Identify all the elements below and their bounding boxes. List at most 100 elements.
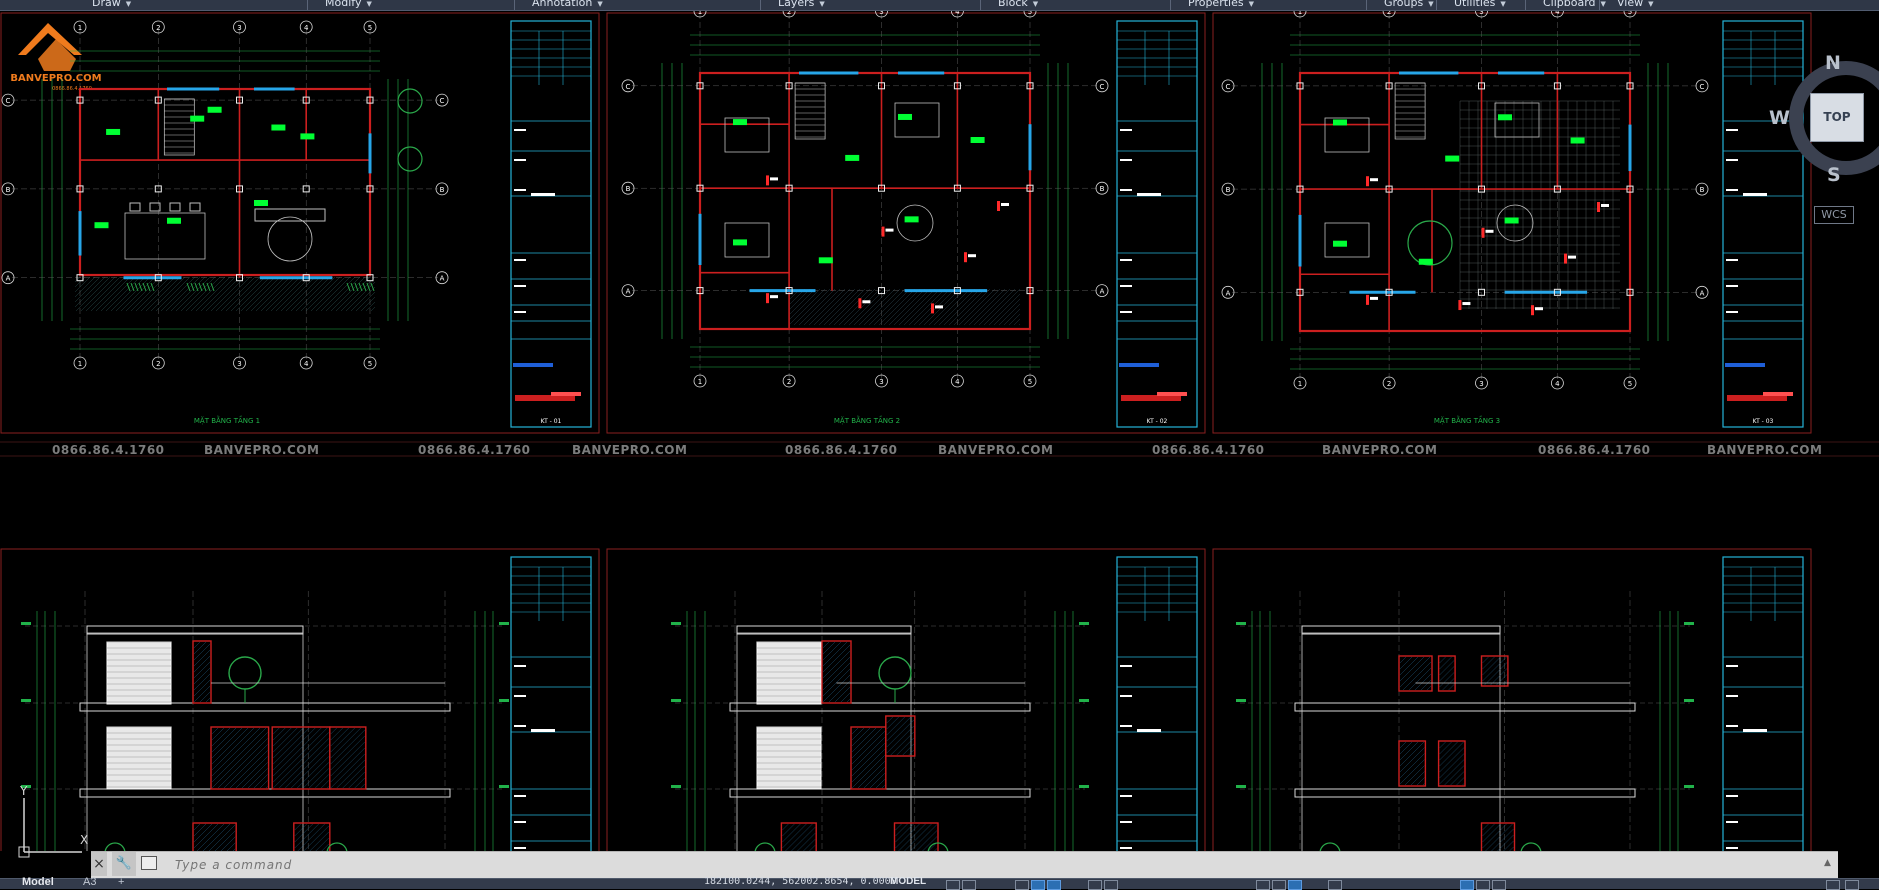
hatch-line bbox=[280, 276, 316, 312]
title-block-text bbox=[1726, 695, 1738, 697]
title-block-text bbox=[1726, 311, 1738, 313]
grid-bubble-label: C bbox=[1226, 83, 1231, 91]
grid-bubble-label: B bbox=[440, 186, 445, 194]
hatch-line bbox=[1482, 823, 1507, 849]
isodraft-toggle-icon[interactable] bbox=[1047, 880, 1061, 890]
cursor-coordinates: 182100.0244, 562002.8654, 0.0000 bbox=[704, 876, 897, 887]
hatch-line bbox=[1439, 666, 1455, 682]
ribbon-panel-groups[interactable]: Groups ▼ bbox=[1384, 0, 1434, 9]
add-layout-button[interactable]: + bbox=[118, 876, 124, 888]
plan-title: MẶT BẰNG TẦNG 2 bbox=[834, 415, 900, 425]
lineweight-toggle-icon[interactable] bbox=[1256, 880, 1270, 890]
hatch-line bbox=[1399, 656, 1425, 682]
ribbon-panel-view[interactable]: View ▼ bbox=[1617, 0, 1654, 9]
grid-bubble-label: A bbox=[1100, 288, 1105, 296]
ribbon-panel-utilities[interactable]: Utilities ▼ bbox=[1454, 0, 1506, 9]
ribbon-panel-layers[interactable]: Layers ▼ bbox=[778, 0, 825, 9]
tree-planter bbox=[397, 88, 423, 114]
ribbon-panel-draw[interactable]: Draw ▼ bbox=[92, 0, 131, 9]
fullscreen-icon[interactable] bbox=[1826, 880, 1840, 890]
grid-toggle-icon[interactable] bbox=[946, 880, 960, 890]
command-input[interactable] bbox=[173, 854, 1827, 876]
hatch-line bbox=[315, 774, 329, 789]
hatch-line bbox=[211, 727, 225, 741]
chevron-down-icon: ▼ bbox=[1032, 0, 1039, 8]
hatch-line bbox=[211, 727, 267, 783]
level-tag bbox=[21, 699, 31, 702]
grid-bubble-label: 1 bbox=[78, 360, 82, 368]
viewcube-top-face[interactable]: TOP bbox=[1810, 93, 1864, 142]
title-block-text bbox=[1120, 129, 1132, 131]
watermark-text: BANVEPRO.COM bbox=[572, 443, 687, 457]
hatch-line bbox=[895, 823, 902, 831]
section-marker-label bbox=[770, 295, 778, 299]
plant bbox=[142, 282, 147, 292]
model-space-toggle[interactable]: MODEL bbox=[890, 876, 926, 887]
workspace-switch-icon[interactable] bbox=[1460, 880, 1474, 890]
compass-south-label[interactable]: S bbox=[1827, 164, 1841, 186]
facade-wall bbox=[1301, 632, 1501, 851]
sheet-code: KT - 01 bbox=[541, 418, 562, 425]
title-block-text bbox=[1120, 695, 1132, 697]
logo-house bbox=[38, 39, 76, 71]
title-block-text bbox=[1120, 285, 1132, 287]
section-marker-label bbox=[968, 254, 976, 258]
hatch-line bbox=[285, 744, 329, 789]
section-marker bbox=[1458, 300, 1462, 311]
hatch-line bbox=[305, 276, 341, 312]
hatch-line bbox=[200, 276, 236, 312]
hatch-line bbox=[869, 773, 885, 789]
stair bbox=[163, 98, 195, 156]
tab-model[interactable]: Model bbox=[22, 876, 54, 888]
title-block-text bbox=[514, 159, 526, 161]
hatch-line bbox=[74, 276, 96, 298]
polar-toggle-icon[interactable] bbox=[1031, 880, 1045, 890]
hatch-line bbox=[1399, 747, 1425, 773]
grid-bubble-label: 3 bbox=[1479, 380, 1483, 388]
annotation-monitor-icon[interactable] bbox=[1476, 880, 1490, 890]
ribbon-panel-block[interactable]: Block ▼ bbox=[998, 0, 1038, 9]
title-block-logo-bar bbox=[1763, 392, 1793, 396]
hatch-line bbox=[273, 727, 304, 759]
command-scroll-up-icon[interactable]: ▲ bbox=[1824, 858, 1834, 870]
elevation-view bbox=[21, 591, 509, 851]
wcs-dropdown[interactable]: WCS bbox=[1814, 206, 1854, 224]
status-bar: Model A3 + 182100.0244, 562002.8654, 0.0… bbox=[0, 876, 1879, 890]
command-customize-wrench-icon[interactable]: 🔧 bbox=[112, 852, 136, 876]
hatch-line bbox=[130, 276, 166, 312]
ribbon-panel-annotation[interactable]: Annotation ▼ bbox=[532, 0, 603, 9]
ortho-toggle-icon[interactable] bbox=[1015, 880, 1029, 890]
hatch-line bbox=[217, 738, 268, 789]
compass-north-label[interactable]: N bbox=[1825, 52, 1841, 74]
hatch-line bbox=[895, 823, 920, 849]
ribbon-panel-clipboard[interactable]: Clipboard ▼ bbox=[1543, 0, 1606, 9]
object-snap-tracking-icon[interactable] bbox=[1088, 880, 1102, 890]
object-snap-icon[interactable] bbox=[1104, 880, 1118, 890]
hatch-line bbox=[348, 771, 365, 789]
grid-bubble-label: C bbox=[1100, 83, 1105, 91]
room-tag bbox=[94, 222, 109, 229]
selection-cycling-icon[interactable] bbox=[1288, 880, 1302, 890]
command-history-icon[interactable] bbox=[141, 856, 157, 870]
tab-layout-a3[interactable]: A3 bbox=[83, 876, 96, 888]
units-icon[interactable] bbox=[1492, 880, 1506, 890]
title-block-text bbox=[1726, 129, 1738, 131]
compass-west-label[interactable]: W bbox=[1769, 107, 1790, 129]
ribbon-panel-properties[interactable]: Properties ▼ bbox=[1188, 0, 1254, 9]
grid-bubble-label: 3 bbox=[879, 11, 883, 16]
title-block-text bbox=[1120, 725, 1132, 727]
hatch-line bbox=[822, 656, 851, 685]
snap-toggle-icon[interactable] bbox=[962, 880, 976, 890]
hatch-line bbox=[857, 761, 885, 789]
hatch-line bbox=[105, 276, 141, 312]
outer-wall bbox=[78, 87, 372, 277]
ribbon-panel-modify[interactable]: Modify ▼ bbox=[325, 0, 372, 9]
section-marker bbox=[964, 252, 967, 263]
customization-menu-icon[interactable] bbox=[1845, 880, 1859, 890]
transparency-toggle-icon[interactable] bbox=[1272, 880, 1286, 890]
annotation-scale-icon[interactable] bbox=[1328, 880, 1342, 890]
command-close-button[interactable]: × bbox=[91, 852, 107, 876]
hatch-line bbox=[342, 765, 365, 789]
drawing-canvas[interactable]: KT - 01 KT - 02 KT - 03 0866.86.4.1760 BANVE… bbox=[0, 11, 1879, 851]
watermark-text: 0866.86.4.1760 bbox=[52, 443, 165, 457]
